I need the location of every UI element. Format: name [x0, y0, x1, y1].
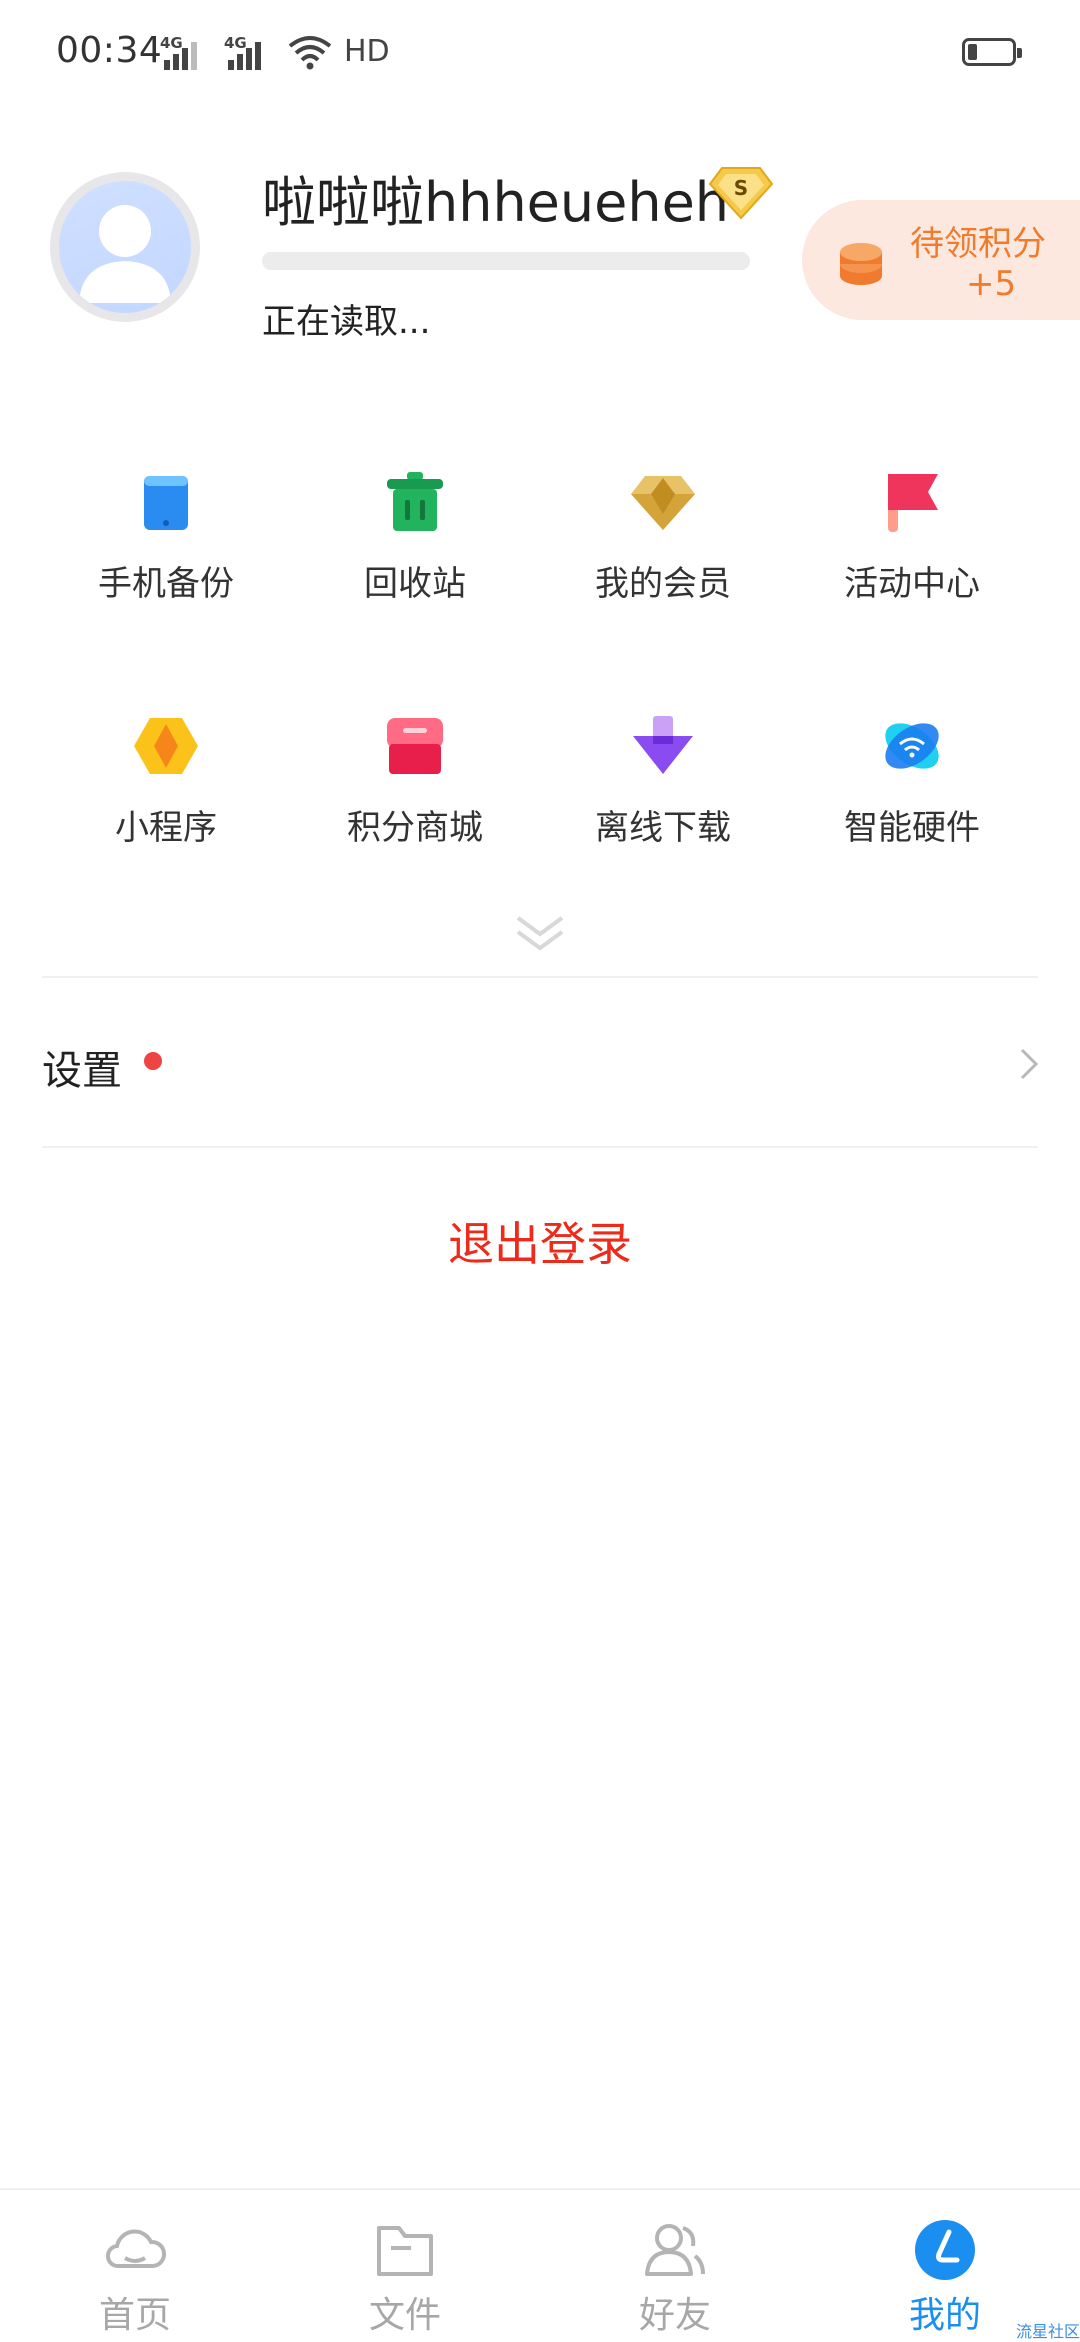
expand-chevron-icon[interactable] [510, 910, 570, 958]
hd-label: HD [344, 34, 390, 69]
username: 啦啦啦hhheueheh [262, 171, 730, 234]
grid-item-label: 活动中心 [844, 564, 980, 604]
chevron-right-icon [1020, 1048, 1039, 1080]
signal-icon: 4G [224, 34, 276, 70]
grid-item-phone-backup[interactable]: 手机备份 [66, 440, 266, 610]
recycle-bin-icon [387, 472, 443, 531]
pending-points-label: 待领积分 [910, 224, 1046, 264]
download-arrow-icon [633, 716, 693, 774]
grid-item-my-membership[interactable]: 我的会员 [563, 440, 763, 610]
phone-backup-icon [144, 476, 188, 530]
nav-tab-home[interactable]: 首页 [0, 2190, 270, 2342]
settings-row[interactable]: 设置 [0, 980, 1080, 1150]
me-icon [915, 2220, 975, 2280]
vip-badge-letter: S [734, 176, 748, 200]
cloud-icon [106, 2229, 166, 2269]
status-bar: 00:34 4G 4G HD [0, 0, 1080, 110]
signal-icon: 4G [160, 34, 212, 70]
divider [42, 976, 1038, 978]
diamond-icon [631, 476, 695, 530]
vip-level-badge-icon[interactable]: S [708, 164, 774, 220]
loading-status-text: 正在读取... [262, 302, 431, 342]
avatar-placeholder-icon [79, 205, 171, 303]
watermark: 流星社区 [1016, 2322, 1080, 2341]
nav-tab-label: 文件 [368, 2295, 441, 2336]
flag-icon [888, 474, 938, 532]
grid-item-label: 我的会员 [595, 564, 731, 604]
grid-item-label: 智能硬件 [844, 808, 980, 848]
status-icons: 4G 4G HD [160, 34, 390, 70]
grid-item-smart-hardware[interactable]: 智能硬件 [812, 684, 1012, 854]
grid-item-offline-download[interactable]: 离线下载 [563, 684, 763, 854]
coin-stack-icon [840, 243, 882, 285]
mini-program-icon [134, 718, 198, 774]
grid-item-points-mall[interactable]: 积分商城 [315, 684, 515, 854]
divider [42, 1146, 1038, 1148]
grid-item-label: 手机备份 [98, 564, 234, 604]
smart-hardware-icon [885, 723, 939, 769]
level-progress-bar [262, 252, 750, 270]
friends-icon [645, 2224, 705, 2276]
pending-points-value: +5 [966, 264, 1017, 304]
nav-tab-label: 好友 [638, 2295, 711, 2336]
nav-tab-friends[interactable]: 好友 [540, 2190, 810, 2342]
wifi-icon [288, 36, 332, 70]
notification-dot [144, 1052, 162, 1070]
grid-item-mini-program[interactable]: 小程序 [66, 684, 266, 854]
battery-icon [962, 38, 1022, 66]
grid-item-label: 小程序 [115, 808, 217, 848]
nav-tab-label: 首页 [98, 2295, 171, 2336]
settings-label: 设置 [42, 1048, 122, 1094]
store-icon [387, 718, 443, 774]
grid-item-recycle-bin[interactable]: 回收站 [315, 440, 515, 610]
grid-item-label: 积分商城 [347, 808, 483, 848]
grid-item-label: 回收站 [364, 564, 466, 604]
nav-tab-files[interactable]: 文件 [270, 2190, 540, 2342]
bottom-nav: 首页 文件 好友 我的 [0, 2188, 1080, 2342]
logout-button[interactable]: 退出登录 [0, 1208, 1080, 1274]
status-time: 00:34 [56, 30, 163, 71]
avatar[interactable] [50, 172, 200, 322]
grid-item-activity-center[interactable]: 活动中心 [812, 440, 1012, 610]
grid-item-label: 离线下载 [595, 808, 731, 848]
pending-points-button[interactable]: 待领积分 +5 [802, 200, 1080, 320]
folder-icon [377, 2226, 433, 2276]
